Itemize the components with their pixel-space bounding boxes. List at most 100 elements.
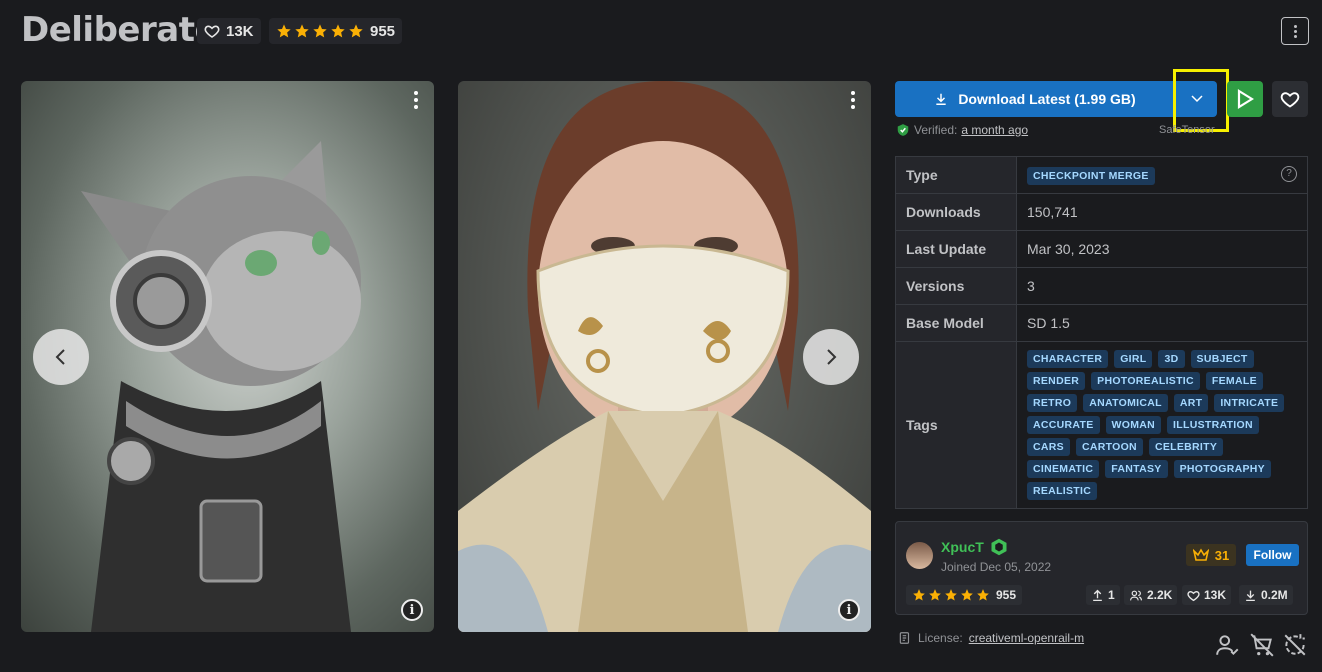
tag-badge[interactable]: CARTOON <box>1075 438 1143 456</box>
tag-badge[interactable]: RETRO <box>1027 394 1078 412</box>
creator-rating: 955 <box>906 585 1023 605</box>
no-rehost-icon[interactable] <box>1282 632 1308 658</box>
row-key: Type <box>895 156 1017 194</box>
heart-icon <box>204 25 220 38</box>
license-link[interactable]: creativeml-openrail-m <box>969 631 1084 645</box>
rank-badge: 31 <box>1186 544 1236 566</box>
play-icon <box>1237 89 1254 109</box>
chevron-right-icon <box>827 349 837 365</box>
heart-icon <box>1187 590 1200 601</box>
tag-badge[interactable]: SUBJECT <box>1190 350 1254 368</box>
creator-badge-icon <box>991 538 1007 556</box>
joined-date: Joined Dec 05, 2022 <box>941 560 1052 574</box>
image-options-button[interactable] <box>851 91 855 109</box>
tag-badge[interactable]: CINEMATIC <box>1027 460 1100 478</box>
star-icon <box>961 589 973 601</box>
highlight-box <box>1173 69 1229 132</box>
upload-icon <box>1093 589 1102 601</box>
verified-time-link[interactable]: a month ago <box>961 123 1028 137</box>
table-row: Type CHECKPOINT MERGE? <box>895 156 1308 194</box>
tag-badge[interactable]: CELEBRITY <box>1148 438 1224 456</box>
tag-badge[interactable]: ACCURATE <box>1027 416 1100 434</box>
star-icon <box>313 24 327 38</box>
image-options-button[interactable] <box>414 91 418 109</box>
row-value: SD 1.5 <box>1016 304 1308 342</box>
heart-icon <box>1280 92 1300 108</box>
rating-stars <box>276 23 364 39</box>
row-key: Base Model <box>895 304 1017 342</box>
details-table: Type CHECKPOINT MERGE? Downloads 150,741… <box>895 156 1308 509</box>
help-icon[interactable]: ? <box>1281 165 1297 182</box>
shield-check-icon <box>897 124 909 136</box>
tag-badge[interactable]: RENDER <box>1027 372 1086 390</box>
table-row: Downloads 150,741 <box>895 193 1308 231</box>
gallery-prev-button[interactable] <box>33 329 89 385</box>
run-button[interactable] <box>1227 81 1263 117</box>
tag-badge[interactable]: ANATOMICAL <box>1083 394 1168 412</box>
info-icon[interactable]: i <box>838 599 860 621</box>
tag-badge[interactable]: FEMALE <box>1205 372 1263 390</box>
gallery-next-button[interactable] <box>803 329 859 385</box>
user-check-icon[interactable] <box>1215 632 1241 658</box>
likes-chip[interactable]: 13K <box>197 18 261 44</box>
uploads-stat: 1 <box>1086 585 1120 605</box>
page-title: Deliberate <box>21 10 218 50</box>
star-icon <box>945 589 957 601</box>
likes-count: 13K <box>226 22 254 40</box>
star-icon <box>349 24 363 38</box>
star-icon <box>913 589 925 601</box>
follow-button[interactable]: Follow <box>1246 544 1299 566</box>
tag-badge[interactable]: CARS <box>1027 438 1070 456</box>
star-icon <box>977 589 989 601</box>
row-value: 3 <box>1016 267 1308 305</box>
creator-name[interactable]: XpucT <box>941 538 1008 556</box>
tag-badge[interactable]: 3D <box>1158 350 1185 368</box>
row-key: Versions <box>895 267 1017 305</box>
rating-chip[interactable]: 955 <box>269 18 403 44</box>
tag-badge[interactable]: GIRL <box>1114 350 1153 368</box>
download-icon <box>1246 590 1255 601</box>
verified-status: Verified: a month ago <box>896 123 1028 137</box>
table-row: Versions 3 <box>895 267 1308 305</box>
row-value: Mar 30, 2023 <box>1016 230 1308 268</box>
chevron-left-icon <box>55 349 65 365</box>
table-row: Tags CHARACTER GIRL 3D SUBJECT RENDER PHOTORE… <box>895 341 1308 509</box>
table-row: Last Update Mar 30, 2023 <box>895 230 1308 268</box>
license: License: creativeml-openrail-m <box>898 631 1084 645</box>
tag-badge[interactable]: ART <box>1173 394 1209 412</box>
row-key: Tags <box>895 341 1017 509</box>
rating-count: 955 <box>370 22 396 40</box>
format-hint: SafeTensor <box>1159 124 1215 136</box>
tag-badge[interactable]: ILLUSTRATION <box>1167 416 1259 434</box>
license-icon <box>899 632 910 644</box>
star-icon <box>331 24 345 38</box>
tag-badge[interactable]: WOMAN <box>1105 416 1162 434</box>
users-icon <box>1129 590 1143 600</box>
row-key: Last Update <box>895 230 1017 268</box>
row-key: Downloads <box>895 193 1017 231</box>
type-badge: CHECKPOINT MERGE <box>1027 166 1155 185</box>
likes-stat: 13K <box>1182 585 1232 605</box>
download-latest-button[interactable]: Download Latest (1.99 GB) <box>895 81 1175 117</box>
star-icon <box>929 589 941 601</box>
avatar[interactable] <box>906 542 933 569</box>
tag-badge[interactable]: PHOTOGRAPHY <box>1173 460 1271 478</box>
tag-badge[interactable]: CHARACTER <box>1027 350 1109 368</box>
star-icon <box>295 24 309 38</box>
more-options-button[interactable] <box>1281 17 1309 45</box>
downloads-stat: 0.2M <box>1239 585 1293 605</box>
tag-badge[interactable]: FANTASY <box>1105 460 1168 478</box>
followers-stat: 2.2K <box>1124 585 1178 605</box>
favorite-button[interactable] <box>1272 81 1308 117</box>
star-icon <box>277 24 291 38</box>
info-icon[interactable]: i <box>401 599 423 621</box>
download-button-group: Download Latest (1.99 GB) <box>895 81 1217 117</box>
tag-badge[interactable]: REALISTIC <box>1027 482 1098 500</box>
download-label: Download Latest (1.99 GB) <box>958 91 1136 107</box>
table-row: Base Model SD 1.5 <box>895 304 1308 342</box>
tag-badge[interactable]: INTRICATE <box>1214 394 1285 412</box>
row-value: 150,741 <box>1016 193 1308 231</box>
no-commercial-icon[interactable] <box>1249 632 1275 658</box>
tag-badge[interactable]: PHOTOREALISTIC <box>1091 372 1200 390</box>
creator-card: XpucT Joined Dec 05, 2022 31 Follow 955 … <box>895 521 1308 615</box>
